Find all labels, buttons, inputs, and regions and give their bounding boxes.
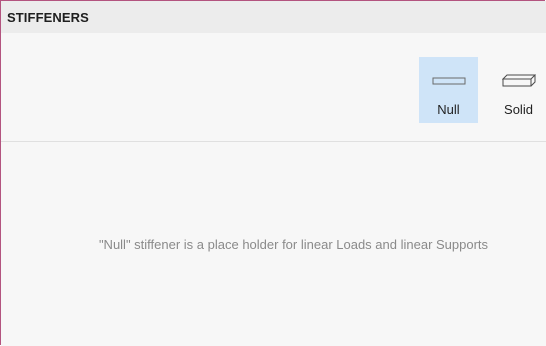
solid-option-label: Solid [504, 102, 533, 117]
null-option-label: Null [437, 102, 460, 117]
solid-block-icon [501, 74, 536, 88]
null-stiffener-hint: "Null" stiffener is a place holder for l… [98, 237, 489, 252]
flat-plate-icon [432, 74, 466, 88]
stiffener-type-toolbar: Null Solid [1, 33, 546, 142]
stiffeners-panel: STIFFENERS Null Solid "Null" stiffener i… [0, 0, 546, 346]
panel-title: STIFFENERS [7, 9, 89, 25]
null-stiffener-button[interactable]: Null [419, 57, 478, 123]
stiffener-info-area: "Null" stiffener is a place holder for l… [1, 142, 546, 346]
solid-stiffener-button[interactable]: Solid [491, 57, 546, 123]
panel-header: STIFFENERS [1, 1, 546, 33]
